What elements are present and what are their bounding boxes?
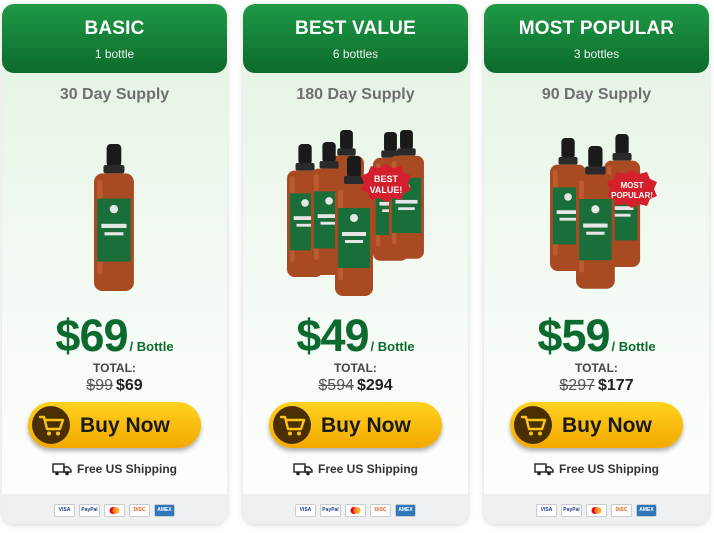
plan-title: BEST VALUE bbox=[295, 18, 416, 39]
discover-icon: DISC bbox=[370, 504, 391, 518]
product-image: BEST VALUE! bbox=[243, 116, 468, 296]
plan-header: BEST VALUE 6 bottles bbox=[243, 4, 468, 73]
supply-duration: 30 Day Supply bbox=[59, 86, 170, 103]
amex-icon: AMEX bbox=[395, 504, 416, 518]
discounted-total: $177 bbox=[598, 377, 634, 394]
mastercard-icon bbox=[586, 504, 607, 518]
discover-icon: DISC bbox=[129, 504, 150, 518]
free-shipping: Free US Shipping bbox=[2, 462, 227, 476]
plan-title: MOST POPULAR bbox=[518, 18, 675, 39]
bottle-image bbox=[94, 144, 134, 291]
total-label: TOTAL: bbox=[93, 361, 136, 375]
plan-card-best-value: BEST VALUE 6 bottles 180 Day Supply BEST… bbox=[243, 4, 468, 524]
truck-icon bbox=[534, 463, 554, 476]
supply-duration: 90 Day Supply bbox=[541, 86, 652, 103]
buy-now-button[interactable]: Buy Now bbox=[269, 402, 442, 448]
buy-now-button[interactable]: Buy Now bbox=[510, 402, 683, 448]
paypal-icon: PayPal bbox=[561, 504, 582, 518]
paypal-icon: PayPal bbox=[79, 504, 100, 518]
svg-text:POPULAR!: POPULAR! bbox=[611, 191, 653, 200]
svg-text:BEST: BEST bbox=[374, 174, 399, 184]
svg-text:VALUE!: VALUE! bbox=[370, 185, 403, 195]
plan-header: BASIC 1 bottle bbox=[2, 4, 227, 73]
price-per-bottle: $49/ Bottle bbox=[243, 310, 468, 362]
plan-title: BASIC bbox=[84, 18, 145, 39]
bottle-group-image bbox=[94, 144, 134, 291]
svg-text:MOST: MOST bbox=[620, 181, 643, 190]
shipping-label: Free US Shipping bbox=[317, 462, 418, 476]
product-image: MOST POPULAR! bbox=[484, 116, 709, 296]
bottle-group-image: BEST VALUE! bbox=[287, 130, 424, 296]
mastercard-icon bbox=[104, 504, 125, 518]
paypal-icon: PayPal bbox=[320, 504, 341, 518]
original-total: $297 bbox=[559, 377, 595, 394]
total-label: TOTAL: bbox=[575, 361, 618, 375]
discounted-total: $294 bbox=[357, 377, 393, 394]
buy-now-button[interactable]: Buy Now bbox=[28, 402, 201, 448]
total-price: $99 $69 bbox=[2, 377, 227, 395]
total-price: $297 $177 bbox=[484, 377, 709, 395]
supply-duration: 180 Day Supply bbox=[296, 86, 415, 103]
cart-icon bbox=[32, 406, 70, 444]
price-amount: $49 bbox=[296, 310, 369, 361]
truck-icon bbox=[293, 463, 313, 476]
price-per-bottle: $59/ Bottle bbox=[484, 310, 709, 362]
plan-subtitle: 1 bottle bbox=[94, 47, 135, 61]
payment-methods: VISA PayPal DISC AMEX bbox=[243, 494, 468, 524]
price-amount: $59 bbox=[537, 310, 610, 361]
visa-icon: VISA bbox=[536, 504, 557, 518]
price-unit: / Bottle bbox=[129, 339, 174, 354]
buy-now-label: Buy Now bbox=[562, 414, 652, 437]
visa-icon: VISA bbox=[295, 504, 316, 518]
price-per-bottle: $69/ Bottle bbox=[2, 310, 227, 362]
total-label: TOTAL: bbox=[334, 361, 377, 375]
plan-subtitle: 6 bottles bbox=[332, 47, 379, 61]
plan-subtitle: 3 bottles bbox=[573, 47, 620, 61]
discover-icon: DISC bbox=[611, 504, 632, 518]
buy-now-label: Buy Now bbox=[321, 414, 411, 437]
amex-icon: AMEX bbox=[154, 504, 175, 518]
bottle-group-image: MOST POPULAR! bbox=[550, 134, 657, 289]
price-amount: $69 bbox=[55, 310, 128, 361]
visa-icon: VISA bbox=[54, 504, 75, 518]
truck-icon bbox=[52, 463, 72, 476]
payment-methods: VISA PayPal DISC AMEX bbox=[2, 494, 227, 524]
total-price: $594 $294 bbox=[243, 377, 468, 395]
plan-card-most-popular: MOST POPULAR 3 bottles 90 Day Supply MOS… bbox=[484, 4, 709, 524]
cart-icon bbox=[514, 406, 552, 444]
cart-icon bbox=[273, 406, 311, 444]
mastercard-icon bbox=[345, 504, 366, 518]
free-shipping: Free US Shipping bbox=[484, 462, 709, 476]
free-shipping: Free US Shipping bbox=[243, 462, 468, 476]
plan-header: MOST POPULAR 3 bottles bbox=[484, 4, 709, 73]
buy-now-label: Buy Now bbox=[80, 414, 170, 437]
shipping-label: Free US Shipping bbox=[558, 462, 659, 476]
plan-card-basic: BASIC 1 bottle 30 Day Supply $69/ Bottle… bbox=[2, 4, 227, 524]
payment-methods: VISA PayPal DISC AMEX bbox=[484, 494, 709, 524]
amex-icon: AMEX bbox=[636, 504, 657, 518]
product-image bbox=[2, 116, 227, 296]
discounted-total: $69 bbox=[116, 377, 143, 394]
price-unit: / Bottle bbox=[611, 339, 656, 354]
original-total: $99 bbox=[86, 377, 113, 394]
original-total: $594 bbox=[318, 377, 354, 394]
shipping-label: Free US Shipping bbox=[76, 462, 177, 476]
price-unit: / Bottle bbox=[370, 339, 415, 354]
